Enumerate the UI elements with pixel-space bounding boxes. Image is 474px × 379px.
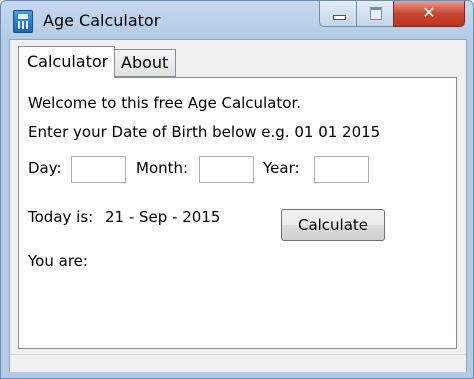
instruction-text: Enter your Date of Birth below e.g. 01 0…	[28, 123, 381, 141]
title-bar[interactable]: Age Calculator ✕	[1, 1, 473, 39]
minimize-icon	[333, 15, 346, 20]
today-date: 21 - Sep - 2015	[105, 208, 221, 226]
year-field[interactable]	[314, 156, 369, 183]
status-bar	[10, 354, 466, 372]
window-title: Age Calculator	[43, 11, 161, 30]
today-label: Today is:	[28, 208, 94, 226]
month-field[interactable]	[199, 156, 254, 183]
close-icon: ✕	[422, 3, 436, 22]
app-window: Age Calculator ✕ Calculator About Welcom…	[0, 0, 474, 379]
minimize-button[interactable]	[319, 1, 357, 27]
calculator-icon[interactable]	[13, 10, 33, 33]
result-label: You are:	[28, 252, 88, 270]
tab-calculator[interactable]: Calculator	[18, 46, 115, 78]
tab-about[interactable]: About	[114, 49, 176, 77]
year-label: Year:	[263, 159, 300, 177]
day-label: Day:	[28, 159, 62, 177]
maximize-icon	[370, 7, 382, 20]
maximize-button[interactable]	[356, 1, 394, 27]
calculate-button[interactable]: Calculate	[281, 209, 385, 241]
close-button[interactable]: ✕	[393, 1, 465, 27]
month-label: Month:	[136, 159, 189, 177]
welcome-text: Welcome to this free Age Calculator.	[28, 94, 302, 112]
day-field[interactable]	[71, 156, 126, 183]
calculator-panel: Welcome to this free Age Calculator. Ent…	[18, 77, 457, 349]
client-area: Calculator About Welcome to this free Ag…	[9, 39, 467, 372]
